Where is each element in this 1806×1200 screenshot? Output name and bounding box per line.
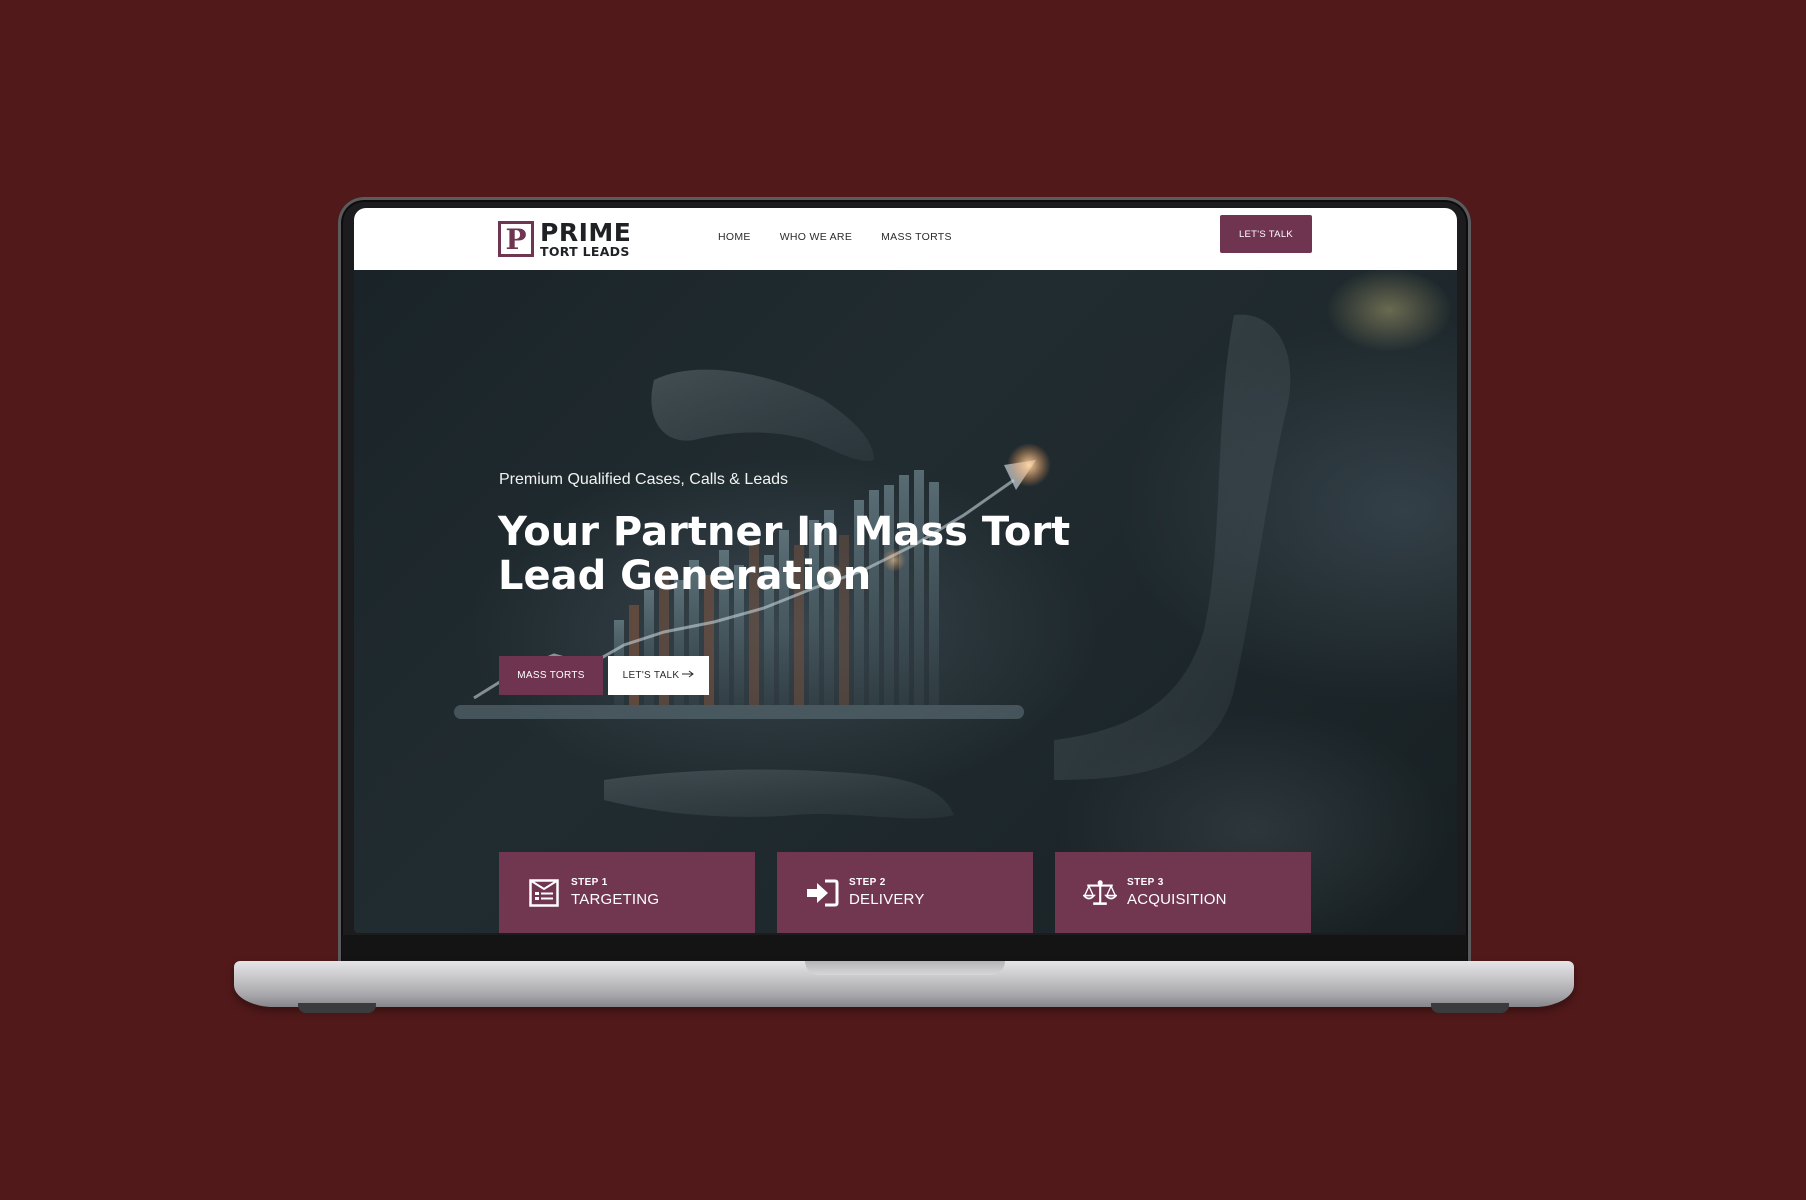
hero-section: Premium Qualified Cases, Calls & Leads Y…: [354, 270, 1457, 933]
nav-home[interactable]: HOME: [718, 231, 751, 243]
step-text: STEP 3 ACQUISITION: [1127, 877, 1227, 909]
site-header: P PRIME TORT LEADS HOME WHO WE ARE MASS …: [354, 208, 1457, 270]
lets-talk-button[interactable]: LET'S TALK: [608, 656, 709, 695]
step-text: STEP 2 DELIVERY: [849, 877, 925, 909]
sign-in-arrow-icon: [805, 876, 839, 910]
step-card-delivery[interactable]: STEP 2 DELIVERY: [777, 852, 1033, 933]
step-label: STEP 1: [571, 876, 608, 888]
laptop-foot-right: [1431, 1003, 1509, 1013]
step-text: STEP 1 TARGETING: [571, 877, 659, 909]
step-card-targeting[interactable]: STEP 1 TARGETING: [499, 852, 755, 933]
logo-text: PRIME TORT LEADS: [540, 220, 631, 259]
main-nav: HOME WHO WE ARE MASS TORTS: [718, 231, 952, 243]
hero-eyebrow: Premium Qualified Cases, Calls & Leads: [499, 471, 789, 488]
laptop-screen: P PRIME TORT LEADS HOME WHO WE ARE MASS …: [354, 208, 1457, 933]
nav-mass-torts[interactable]: MASS TORTS: [881, 231, 952, 243]
step-card-acquisition[interactable]: STEP 3 ACQUISITION: [1055, 852, 1311, 933]
step-title: ACQUISITION: [1127, 890, 1227, 908]
nav-who-we-are[interactable]: WHO WE ARE: [780, 231, 852, 243]
laptop-foot-left: [298, 1003, 376, 1013]
laptop-mockup: P PRIME TORT LEADS HOME WHO WE ARE MASS …: [0, 0, 1806, 1200]
laptop-bottom-bezel: [342, 935, 1467, 963]
mass-torts-button[interactable]: MASS TORTS: [499, 656, 603, 695]
balance-scale-icon: [1083, 876, 1117, 910]
step-title: TARGETING: [571, 890, 660, 908]
logo-title: PRIME: [540, 217, 632, 247]
logo-subtitle: TORT LEADS: [540, 243, 630, 259]
hero-background-image: [454, 314, 1291, 819]
newspaper-list-icon: [527, 876, 561, 910]
site-logo[interactable]: P PRIME TORT LEADS: [498, 214, 631, 264]
laptop-hinge-notch: [805, 961, 1005, 975]
step-title: DELIVERY: [849, 890, 925, 908]
step-label: STEP 3: [1127, 876, 1164, 888]
lets-talk-label: LET'S TALK: [622, 670, 680, 681]
arrow-right-icon: [682, 670, 695, 681]
hero-title: Your Partner In Mass Tort Lead Generatio…: [498, 509, 1071, 599]
pillar-logo-icon: P: [498, 221, 534, 257]
step-label: STEP 2: [849, 876, 886, 888]
header-lets-talk-button[interactable]: LET'S TALK: [1220, 215, 1312, 253]
